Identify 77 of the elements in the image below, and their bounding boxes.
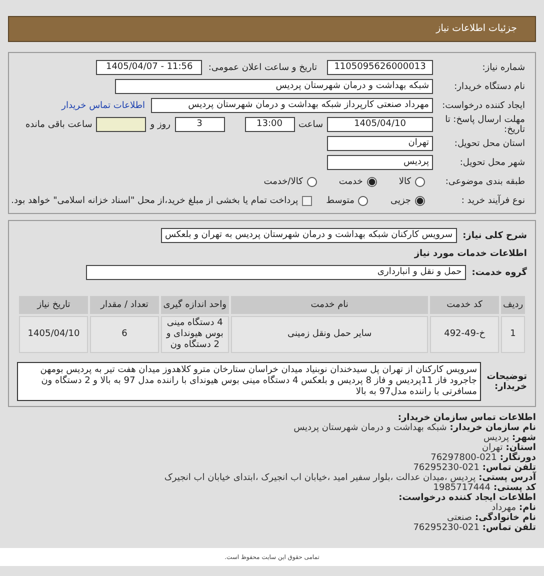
section-heading: اطلاعات خدمات مورد نیاز: [413, 248, 527, 261]
contact-link[interactable]: اطلاعات تماس خریدار: [62, 100, 145, 110]
info-label: نام:: [519, 503, 536, 513]
info-value: شبکه بهداشت و درمان شهرستان پردیس: [294, 423, 447, 433]
field-label: توضیحات خریدار:: [487, 372, 527, 392]
info-label: تلفن تماس:: [482, 523, 536, 533]
option-label: کالا/خدمت: [264, 176, 303, 186]
checkbox[interactable]: [302, 196, 312, 206]
remaining-field[interactable]: [96, 117, 146, 132]
column-header: نام خدمت: [231, 296, 428, 314]
info-value: 1985717444: [433, 483, 491, 493]
text-field[interactable]: مهرداد صنعتی کارپرداز شبکه بهداشت و درمان شهرستان پردیس: [151, 98, 433, 113]
field-label: استان محل تحویل:: [453, 138, 525, 148]
field-label: نام دستگاه خریدار:: [453, 82, 525, 92]
section-heading: اطلاعات ایجاد کننده درخواست:: [398, 493, 536, 503]
info-label: استان:: [506, 443, 536, 453]
description-box: سرویس کارکنان از تهران پل سیدخندان نوبنیاد میدان خراسان ستارخان مترو کلاهدوز میدان هفت تیر به پردیس بومهن جاجرود فاز 11پردیس و فاز 8 پردیس و بلعکس 4 دستگاه مینی بوس هیوندای با راننده مدل 97 به بالا و 2 دستگاه ون مسافرتی با راننده مدل97 به بالا: [17, 362, 481, 401]
info-value: 76297800-021: [430, 453, 497, 463]
column-header: تاریخ نیاز: [19, 296, 88, 314]
info-value: مهرداد: [492, 503, 516, 513]
info-label: دورنگار:: [500, 453, 536, 463]
table-cell: 1405/04/10: [19, 316, 88, 353]
table-cell: خ-49-492: [430, 316, 500, 353]
field-label: طبقه بندی موضوعی:: [444, 176, 525, 186]
radio-button[interactable]: [415, 196, 425, 206]
checkbox-label: پرداخت تمام یا بخشی از مبلغ خرید،از محل "اسناد خزانه اسلامی" خواهد بود.: [11, 196, 298, 206]
table-cell: 6: [90, 316, 159, 353]
column-header: ردیف: [501, 296, 525, 314]
text-field[interactable]: 1405/04/10: [327, 117, 433, 132]
table-cell: سایر حمل ونقل زمینی: [231, 316, 428, 353]
field-label: ساعت باقی مانده: [25, 120, 92, 130]
text-field[interactable]: 1105095626000013: [327, 60, 433, 75]
info-value: 76295230-021: [413, 463, 480, 473]
info-label: شهر:: [512, 433, 536, 443]
radio-button[interactable]: [358, 196, 368, 206]
field-label: ساعت: [298, 120, 323, 130]
field-label: مهلت ارسال پاسخ: تا تاریخ:: [444, 114, 525, 134]
page-header: جزئیات اطلاعات نیاز: [8, 16, 536, 42]
text-field[interactable]: تهران: [327, 136, 433, 151]
field-label: شماره نیاز:: [481, 62, 525, 72]
info-label: نام خانوادگی:: [474, 513, 536, 523]
text-field[interactable]: حمل و نقل و انبارداری: [86, 265, 466, 280]
info-label: نام سازمان خریدار:: [450, 423, 536, 433]
radio-button[interactable]: [306, 176, 317, 186]
table-cell: 1: [501, 316, 525, 353]
column-header: تعداد / مقدار: [90, 296, 159, 314]
info-label: آدرس پستی:: [478, 473, 536, 483]
section-heading: اطلاعات تماس سازمان خریدار:: [396, 413, 536, 423]
table-cell: 4 دستگاه مینی بوس هیوندای و 2 دستگاه ون: [160, 316, 230, 353]
text-field[interactable]: شبکه بهداشت و درمان شهرستان پردیس: [115, 79, 433, 94]
field-label: گروه خدمت:: [472, 268, 527, 278]
info-value: 76295230-021: [413, 523, 480, 533]
info-value: تهران: [482, 443, 503, 453]
text-field[interactable]: 3: [174, 117, 224, 132]
option-label: کالا: [398, 176, 411, 186]
text-field[interactable]: 1405/04/07 - 11:56: [96, 60, 202, 75]
radio-button[interactable]: [415, 176, 425, 186]
field-label: روز و: [150, 120, 170, 130]
column-header: کد خدمت: [430, 296, 500, 314]
info-value: صنعتی: [447, 513, 472, 523]
option-label: خدمت: [338, 176, 363, 186]
option-label: جزیی: [390, 196, 411, 206]
radio-button[interactable]: [366, 176, 377, 186]
field-label: تاریخ و ساعت اعلان عمومی:: [208, 62, 317, 72]
text-field[interactable]: 13:00: [244, 117, 294, 132]
field-label: شرح کلی نیاز:: [462, 230, 527, 240]
text-field[interactable]: پردیس: [327, 155, 433, 170]
option-label: متوسط: [326, 196, 354, 206]
info-label: تلفن تماس:: [482, 463, 536, 473]
field-label: شهر محل تحویل:: [458, 158, 525, 168]
column-header: واحد اندازه گیری: [160, 296, 230, 314]
info-value: پردیس: [484, 433, 509, 443]
field-label: نوع فرآیند خرید :: [460, 196, 525, 206]
field-label: ایجاد کننده درخواست:: [441, 100, 525, 110]
info-label: کد پستی:: [494, 483, 536, 493]
info-value: پردیس ،میدان عدالت ،بلوار سفیر امید ،خیابان اب انجیرک ،ابتدای خیابان اب انجیرک: [164, 473, 476, 483]
text-field[interactable]: سرویس کارکنان شبکه بهداشت و درمان شهرستان پردیس به تهران و بلعکس: [160, 228, 457, 243]
